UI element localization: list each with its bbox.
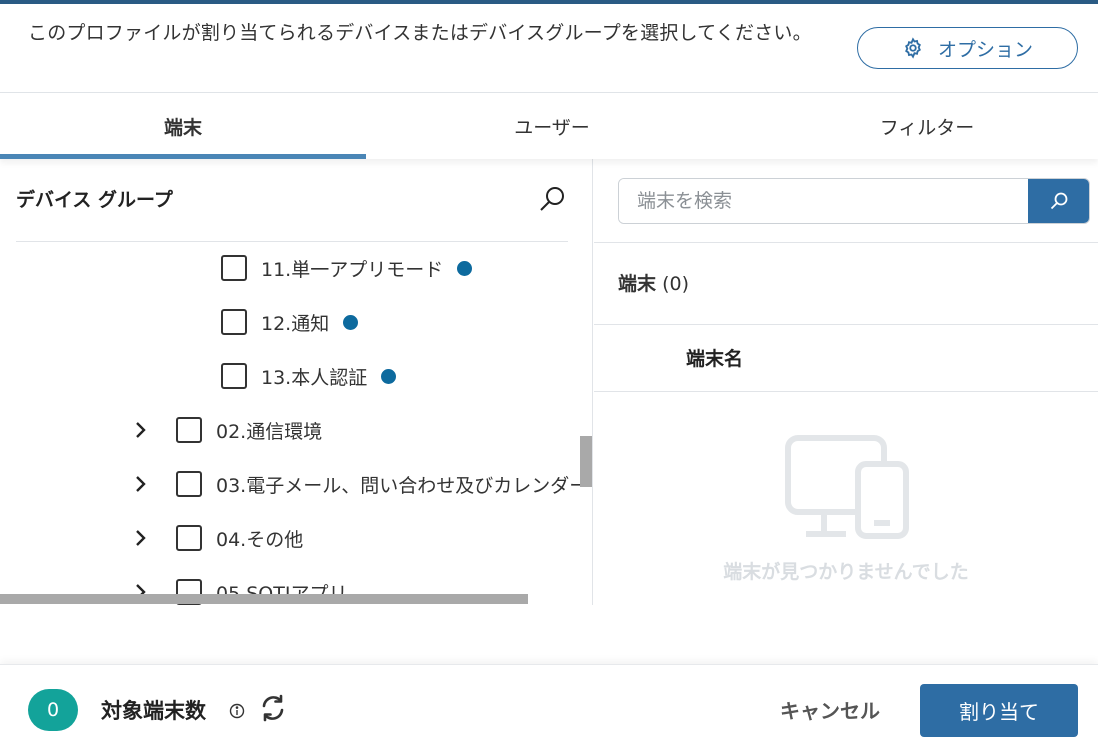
column-header-device-name[interactable]: 端末名 — [686, 344, 743, 371]
tree-item-label: 02.通信環境 — [216, 420, 323, 443]
target-count-label: 対象端末数 — [101, 699, 206, 723]
instruction-text: このプロファイルが割り当てられるデバイスまたはデバイスグループを選択してください… — [28, 22, 812, 44]
assign-button[interactable]: 割り当て — [920, 684, 1078, 737]
tree-item[interactable]: 13.本人認証 — [221, 361, 397, 391]
tree-item-label: 11.単一アプリモード — [261, 258, 444, 281]
chevron-right-icon[interactable] — [130, 527, 152, 549]
device-count: 端末 (0) — [618, 269, 689, 296]
search-icon[interactable] — [536, 183, 568, 215]
device-search-input[interactable] — [619, 179, 1028, 223]
divider — [594, 242, 1098, 243]
divider — [594, 324, 1098, 325]
dialog-footer: 0 対象端末数 キャンセル 割り当て — [0, 664, 1098, 747]
tree-item[interactable]: 02.通信環境 — [130, 415, 322, 445]
devices-empty-icon — [785, 435, 909, 539]
device-count-value: (0) — [662, 273, 689, 295]
horizontal-scrollbar[interactable] — [0, 594, 528, 604]
options-label: オプション — [937, 38, 1033, 61]
checkbox[interactable] — [176, 525, 202, 551]
tree-item-label: 13.本人認証 — [261, 366, 368, 389]
divider — [16, 241, 568, 242]
status-dot — [343, 314, 359, 330]
tree-item-label: 03.電子メール、問い合わせ及びカレンダー — [216, 474, 589, 497]
search-icon — [1050, 192, 1067, 210]
tree-item-label: 04.その他 — [216, 528, 304, 551]
options-button[interactable]: オプション — [857, 27, 1078, 69]
empty-message: 端末が見つかりませんでした — [723, 561, 969, 583]
refresh-icon[interactable] — [258, 693, 288, 723]
tree-item[interactable]: 04.その他 — [130, 523, 303, 553]
divider — [594, 391, 1098, 392]
info-icon[interactable] — [229, 703, 245, 719]
checkbox[interactable] — [176, 417, 202, 443]
checkbox[interactable] — [221, 363, 247, 389]
tab-filters[interactable]: フィルター — [738, 93, 1098, 159]
tree-item-label: 12.通知 — [261, 312, 330, 335]
device-search — [618, 178, 1090, 224]
tree-item[interactable]: 12.通知 — [221, 307, 359, 337]
tree-item[interactable]: 11.単一アプリモード — [221, 253, 473, 283]
device-group-title: デバイス グループ — [16, 189, 173, 211]
status-dot — [457, 260, 473, 276]
status-dot — [381, 368, 397, 384]
device-count-label: 端末 — [618, 273, 657, 295]
checkbox[interactable] — [221, 309, 247, 335]
cancel-button[interactable]: キャンセル — [760, 685, 900, 733]
chevron-right-icon[interactable] — [130, 473, 152, 495]
device-list-pane: 端末 (0) 端末名 端末が見つかりませんでした — [594, 159, 1098, 605]
tab-users[interactable]: ユーザー — [366, 93, 738, 159]
checkbox[interactable] — [221, 255, 247, 281]
chevron-right-icon[interactable] — [130, 419, 152, 441]
gear-icon — [905, 37, 921, 59]
target-count-badge: 0 — [28, 689, 78, 731]
device-group-pane: デバイス グループ 11.単一アプリモード 12.通知 13.本人認証 02.通… — [0, 159, 593, 605]
dialog-header: このプロファイルが割り当てられるデバイスまたはデバイスグループを選択してください… — [0, 4, 1098, 93]
checkbox[interactable] — [176, 471, 202, 497]
tree-item[interactable]: 03.電子メール、問い合わせ及びカレンダー — [130, 469, 588, 499]
vertical-scrollbar[interactable] — [580, 436, 592, 487]
tab-bar: 端末 ユーザー フィルター — [0, 93, 1098, 159]
device-search-button[interactable] — [1028, 179, 1089, 223]
tab-devices[interactable]: 端末 — [0, 93, 366, 159]
